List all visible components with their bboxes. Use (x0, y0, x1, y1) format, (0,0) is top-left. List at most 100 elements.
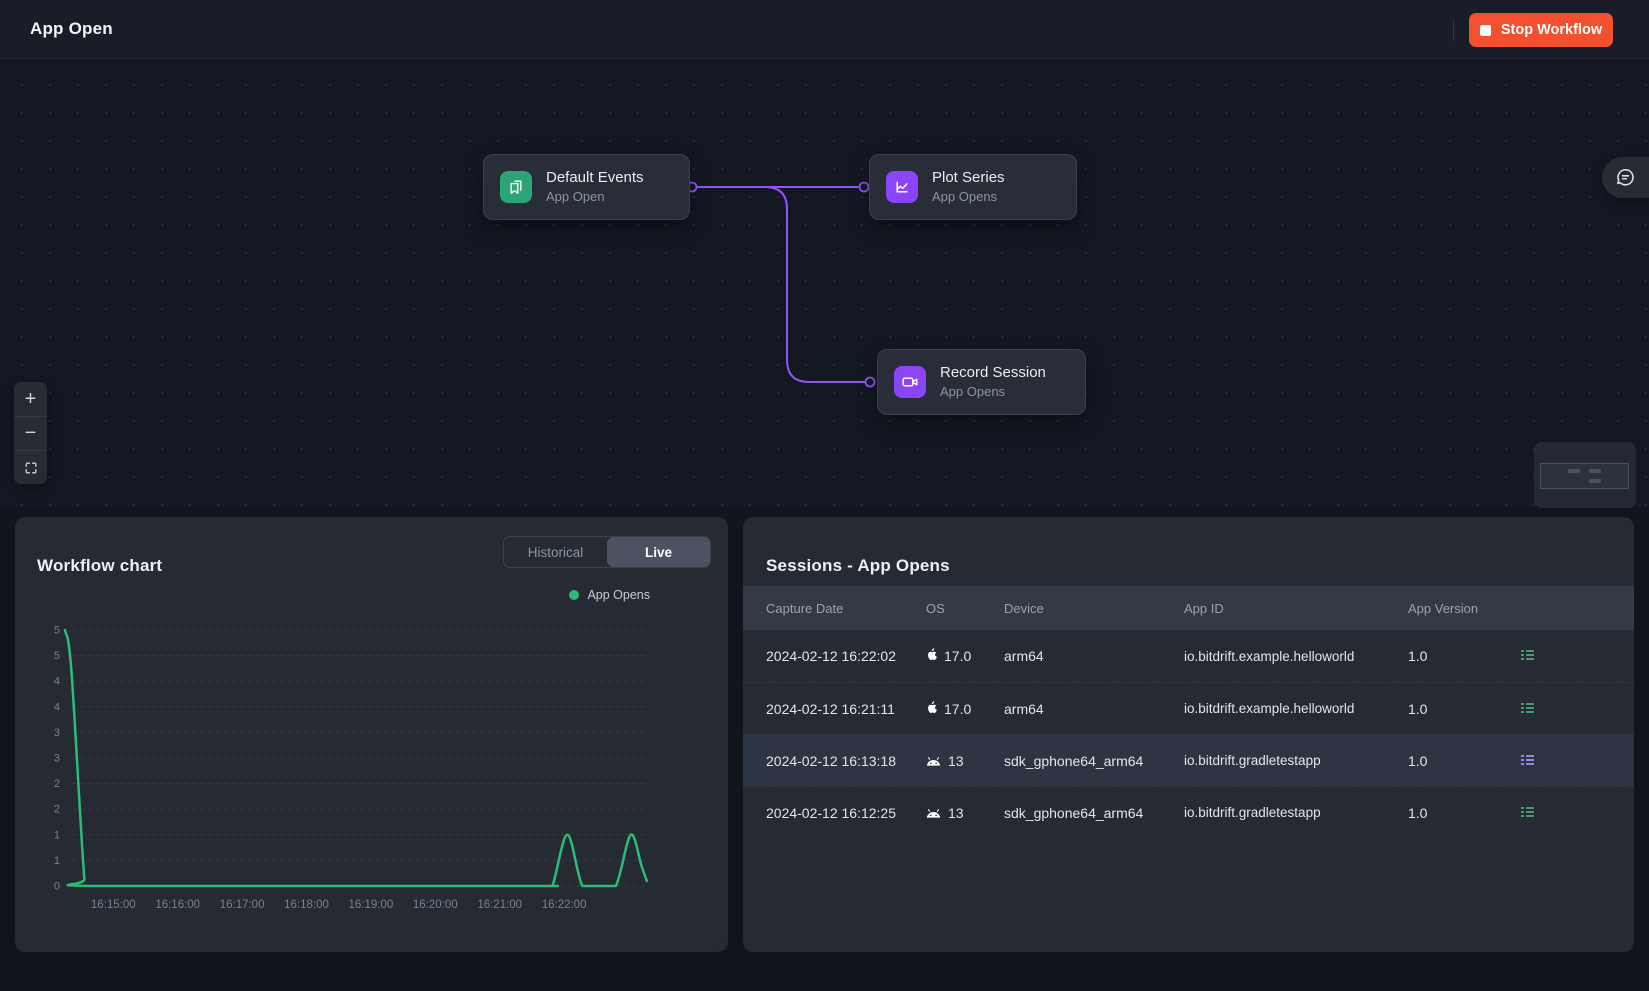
column-header: Capture Date (766, 601, 926, 616)
sessions-panel-title: Sessions - App Opens (766, 556, 950, 576)
session-logs-button[interactable] (1521, 649, 1534, 661)
device-cell: sdk_gphone64_arm64 (1004, 805, 1184, 821)
node-title: Default Events (546, 168, 644, 188)
app-id-cell: io.bitdrift.gradletestapp (1184, 753, 1408, 768)
node-text: Plot Series App Opens (932, 168, 1005, 205)
page-title: App Open (30, 19, 113, 39)
app-root: App Open Stop Workflow Default Events Ap… (0, 0, 1649, 991)
topbar-divider (1453, 19, 1454, 41)
zoom-in-button[interactable]: + (14, 382, 47, 416)
svg-text:16:18:00: 16:18:00 (284, 899, 329, 911)
video-camera-icon (894, 366, 926, 398)
workflow-edges (0, 59, 1649, 508)
zoom-out-button[interactable]: − (14, 416, 47, 450)
os-version: 13 (948, 805, 964, 821)
chart-mode-toggle: Historical Live (503, 536, 711, 568)
stop-icon (1480, 25, 1491, 36)
stop-workflow-label: Stop Workflow (1501, 22, 1602, 38)
line-chart-icon (886, 171, 918, 203)
node-text: Record Session App Opens (940, 363, 1046, 400)
app-version-cell: 1.0 (1408, 753, 1513, 769)
svg-text:16:17:00: 16:17:00 (220, 899, 265, 911)
fit-view-icon (23, 460, 39, 476)
toggle-live[interactable]: Live (607, 537, 710, 567)
canvas-zoom-controls: + − (14, 382, 47, 484)
svg-text:4: 4 (54, 676, 60, 688)
minimap[interactable] (1534, 442, 1636, 508)
svg-text:0: 0 (54, 881, 60, 893)
session-row[interactable]: 2024-02-12 16:13:18 13 sdk_gphone64_arm6… (743, 734, 1634, 786)
android-icon (926, 753, 941, 769)
session-row[interactable]: 2024-02-12 16:22:02 17.0 arm64 io.bitdri… (743, 630, 1634, 682)
session-row[interactable]: 2024-02-12 16:12:25 13 sdk_gphone64_arm6… (743, 786, 1634, 838)
capture-date-cell: 2024-02-12 16:13:18 (766, 753, 926, 769)
minus-icon: − (25, 422, 37, 445)
svg-text:5: 5 (54, 650, 60, 662)
toggle-historical[interactable]: Historical (504, 537, 607, 567)
device-cell: arm64 (1004, 648, 1184, 664)
minimap-viewport (1540, 463, 1629, 489)
bookmarks-icon (500, 171, 532, 203)
workflow-line-chart: 5 5 4 4 3 3 2 2 1 1 0 16:15:00 16:16:00 16:17:00 16:18… (15, 612, 728, 942)
session-logs-button[interactable] (1521, 806, 1534, 818)
minimap-node (1568, 469, 1580, 473)
feedback-chat-button[interactable] (1602, 157, 1649, 198)
node-title: Record Session (940, 363, 1046, 383)
svg-text:1: 1 (54, 829, 60, 841)
svg-text:2: 2 (54, 778, 60, 790)
legend-dot (569, 590, 579, 600)
device-cell: arm64 (1004, 701, 1184, 717)
device-cell: sdk_gphone64_arm64 (1004, 753, 1184, 769)
capture-date-cell: 2024-02-12 16:12:25 (766, 805, 926, 821)
svg-text:1: 1 (54, 855, 60, 867)
workflow-canvas[interactable]: Default Events App Open Plot Series App … (0, 59, 1649, 508)
svg-text:3: 3 (54, 727, 60, 739)
column-header: App Version (1408, 601, 1513, 616)
fit-view-button[interactable] (14, 450, 47, 484)
os-cell: 13 (926, 805, 1004, 821)
svg-text:16:19:00: 16:19:00 (349, 899, 394, 911)
session-logs-button[interactable] (1521, 702, 1534, 714)
topbar: App Open Stop Workflow (0, 0, 1649, 59)
svg-text:4: 4 (54, 701, 60, 713)
os-cell: 17.0 (926, 701, 1004, 717)
node-subtitle: App Open (546, 189, 644, 206)
app-id-cell: io.bitdrift.example.helloworld (1184, 649, 1408, 664)
chart-panel-title: Workflow chart (37, 556, 162, 576)
os-version: 13 (948, 753, 964, 769)
app-version-cell: 1.0 (1408, 648, 1513, 664)
app-version-cell: 1.0 (1408, 805, 1513, 821)
session-row[interactable]: 2024-02-12 16:21:11 17.0 arm64 io.bitdri… (743, 682, 1634, 734)
node-title: Plot Series (932, 168, 1005, 188)
svg-text:3: 3 (54, 753, 60, 765)
sessions-table: Capture Date OS Device App ID App Versio… (743, 586, 1634, 838)
svg-text:16:15:00: 16:15:00 (91, 899, 136, 911)
stop-workflow-button[interactable]: Stop Workflow (1469, 13, 1613, 47)
plus-icon: + (25, 388, 37, 411)
svg-text:5: 5 (54, 625, 60, 637)
column-header: App ID (1184, 601, 1408, 616)
legend-label: App Opens (587, 588, 650, 602)
minimap-node (1589, 479, 1601, 483)
input-port (860, 183, 869, 192)
app-id-cell: io.bitdrift.example.helloworld (1184, 701, 1408, 716)
sessions-panel: Sessions - App Opens Capture Date OS Dev… (743, 517, 1634, 952)
node-plot-series[interactable]: Plot Series App Opens (869, 154, 1077, 220)
svg-text:16:21:00: 16:21:00 (477, 899, 522, 911)
svg-text:2: 2 (54, 804, 60, 816)
svg-text:16:16:00: 16:16:00 (155, 899, 200, 911)
svg-text:16:20:00: 16:20:00 (413, 899, 458, 911)
apple-icon (926, 648, 937, 664)
sessions-table-header: Capture Date OS Device App ID App Versio… (743, 586, 1634, 630)
node-record-session[interactable]: Record Session App Opens (877, 349, 1086, 415)
apple-icon (926, 701, 937, 717)
node-default-events[interactable]: Default Events App Open (483, 154, 690, 220)
chart-legend: App Opens (569, 588, 650, 602)
session-logs-button[interactable] (1521, 754, 1534, 766)
node-text: Default Events App Open (546, 168, 644, 205)
minimap-node (1589, 469, 1601, 473)
os-cell: 13 (926, 753, 1004, 769)
capture-date-cell: 2024-02-12 16:22:02 (766, 648, 926, 664)
os-cell: 17.0 (926, 648, 1004, 664)
node-subtitle: App Opens (940, 384, 1046, 401)
